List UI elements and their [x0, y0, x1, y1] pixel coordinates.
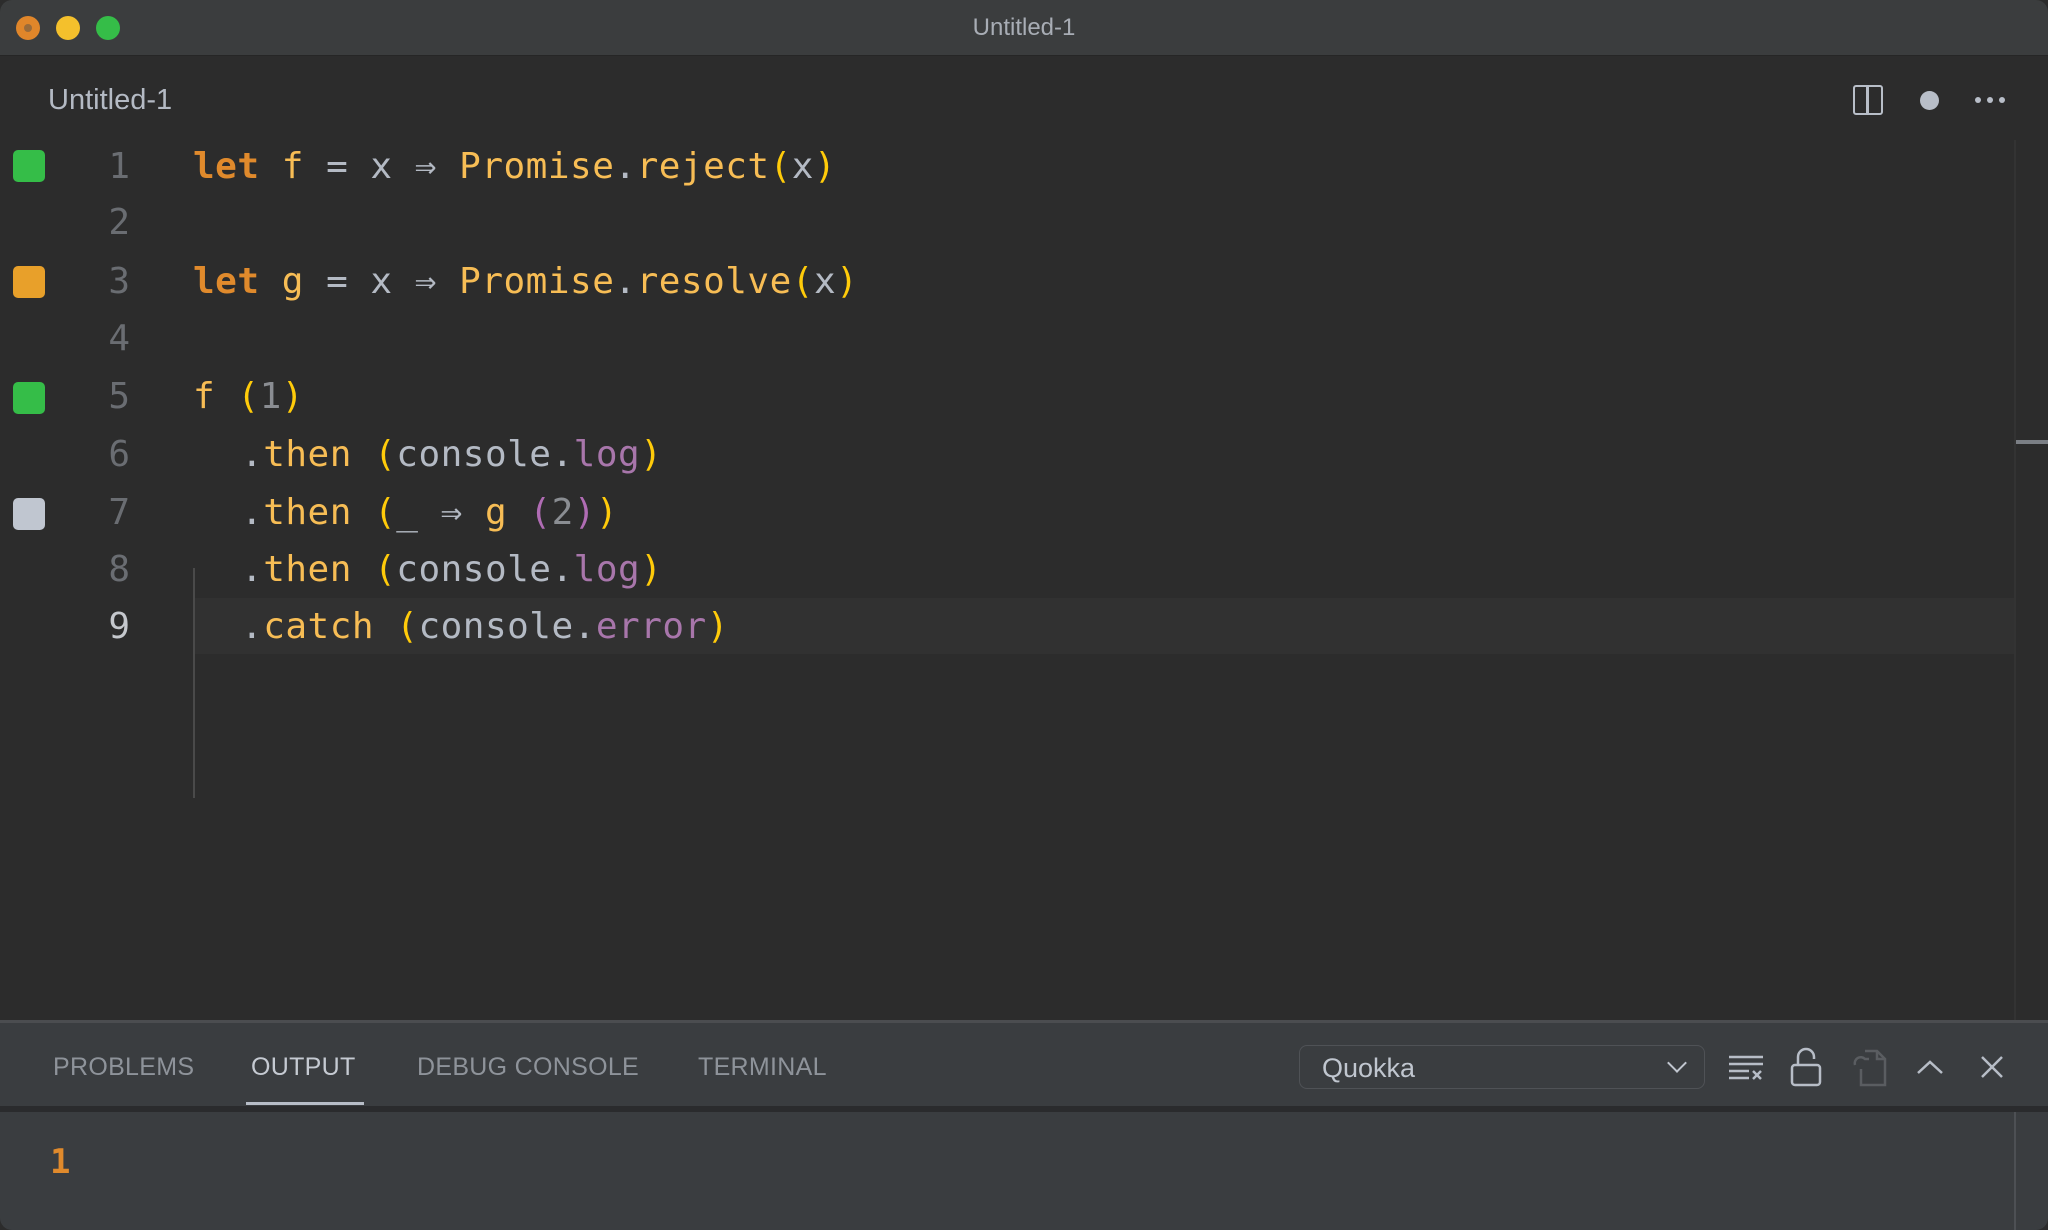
line-number: 5	[108, 376, 130, 417]
panel-tab-output[interactable]: OUTPUT	[251, 1053, 356, 1082]
output-channel-select[interactable]: Quokka	[1299, 1045, 1705, 1089]
code-line-5: f (1)	[193, 376, 304, 417]
line-number: 2	[108, 202, 130, 243]
editor-tab-header: Untitled-1	[0, 56, 2048, 140]
quokka-coverage-marker-line-5	[13, 382, 45, 414]
quokka-coverage-marker-line-1	[13, 150, 45, 182]
line-number: 7	[108, 492, 130, 533]
unlocked-icon[interactable]	[1784, 1043, 1828, 1091]
active-tab-indicator	[246, 1102, 364, 1105]
unsaved-dot-icon[interactable]	[1909, 80, 1949, 120]
code-editor[interactable]: 1 2 3 4 5 6 7 8 9 let f = x ⇒ Promise.re…	[0, 140, 2048, 1020]
output-line: 1	[50, 1142, 71, 1182]
output-content[interactable]: 1	[0, 1112, 2014, 1230]
panel-tab-problems[interactable]: PROBLEMS	[53, 1053, 194, 1082]
code-line-7: .then (_ ⇒ g (2))	[241, 492, 619, 533]
open-log-file-icon[interactable]	[1847, 1043, 1891, 1091]
line-number: 6	[108, 434, 130, 475]
panel-tab-debug-console[interactable]: DEBUG CONSOLE	[417, 1053, 639, 1082]
output-channel-value: Quokka	[1322, 1053, 1416, 1083]
editor-vertical-scrollbar[interactable]	[2014, 140, 2048, 1020]
panel-tab-terminal[interactable]: TERMINAL	[698, 1053, 827, 1082]
line-number: 4	[108, 318, 130, 359]
code-line-9: .catch (console.error)	[241, 606, 729, 647]
chevron-up-icon[interactable]	[1908, 1043, 1952, 1091]
overview-ruler-cursor-marker	[2016, 440, 2048, 444]
indent-guide	[193, 568, 195, 798]
code-line-6: .then (console.log)	[241, 434, 663, 475]
quokka-coverage-marker-line-3	[13, 266, 45, 298]
title-bar: Untitled-1	[0, 0, 2048, 56]
quokka-coverage-marker-line-7	[13, 498, 45, 530]
code-line-1: let f = x ⇒ Promise.reject(x)	[193, 146, 837, 187]
clear-output-icon[interactable]	[1723, 1043, 1767, 1091]
split-editor-icon[interactable]	[1848, 80, 1888, 120]
code-line-8: .then (console.log)	[241, 549, 663, 590]
editor-tab-untitled-1[interactable]: Untitled-1	[48, 84, 172, 117]
chevron-down-icon	[1667, 1053, 1687, 1073]
vscode-window: Untitled-1 Untitled-1 1 2 3 4 5 6 7 8 9 …	[0, 0, 2048, 1230]
bottom-panel: PROBLEMS OUTPUT DEBUG CONSOLE TERMINAL Q…	[0, 1020, 2048, 1230]
line-number: 8	[108, 549, 130, 590]
output-vertical-scrollbar[interactable]	[2014, 1112, 2016, 1230]
line-number: 9	[108, 606, 130, 647]
close-panel-icon[interactable]	[1970, 1043, 2014, 1091]
window-title: Untitled-1	[972, 14, 1076, 41]
more-actions-icon[interactable]	[1970, 80, 2010, 120]
code-line-3: let g = x ⇒ Promise.resolve(x)	[193, 261, 859, 302]
line-number: 1	[108, 146, 130, 187]
line-number: 3	[108, 261, 130, 302]
